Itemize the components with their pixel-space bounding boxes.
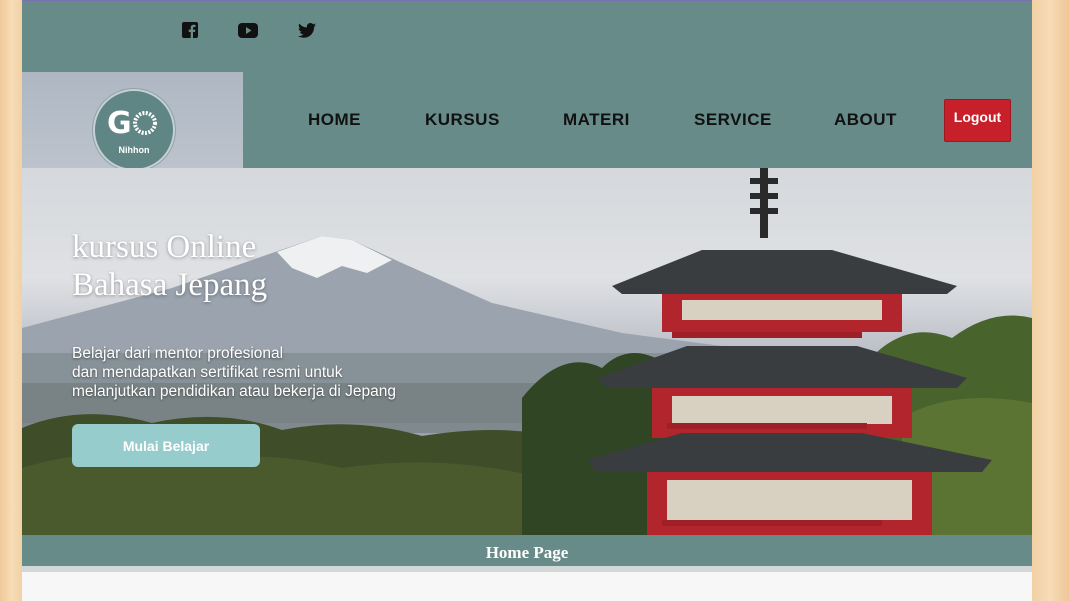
logo-wordmark: G — [107, 106, 132, 141]
logout-button[interactable]: Logout — [944, 99, 1011, 142]
nav-service[interactable]: SERVICE — [694, 110, 772, 130]
logo-ring-icon — [133, 111, 157, 135]
content-area — [22, 572, 1032, 601]
hero-banner: kursus Online Bahasa Jepang Belajar dari… — [22, 168, 1032, 535]
logo-box: G Nihhon — [22, 72, 243, 171]
nav-home[interactable]: HOME — [308, 110, 361, 130]
facebook-icon[interactable] — [179, 21, 201, 39]
site-logo[interactable]: G Nihhon — [93, 89, 175, 171]
page-frame: G Nihhon HOME KURSUS MATERI SERVICE ABOU… — [22, 0, 1032, 601]
nav-kursus[interactable]: KURSUS — [425, 110, 500, 130]
page-title-bar: Home Page — [22, 535, 1032, 566]
hero-desc-line-3: melanjutkan pendidikan atau bekerja di J… — [72, 383, 397, 400]
hero-title-line-2: Bahasa Jepang — [72, 267, 268, 303]
hero-description: Belajar dari mentor profesional dan mend… — [72, 344, 432, 401]
main-navbar: HOME KURSUS MATERI SERVICE ABOUT Logout — [243, 72, 1032, 168]
twitter-icon[interactable] — [296, 21, 318, 39]
nav-materi[interactable]: MATERI — [563, 110, 630, 130]
start-learning-button[interactable]: Mulai Belajar — [72, 424, 260, 467]
logo-subtitle: Nihhon — [118, 145, 150, 155]
nav-about[interactable]: ABOUT — [834, 110, 897, 130]
social-topbar — [22, 1, 1032, 72]
youtube-icon[interactable] — [237, 21, 259, 39]
hero-title: kursus Online Bahasa Jepang — [72, 228, 392, 304]
hero-title-line-1: kursus Online — [72, 229, 257, 265]
hero-desc-line-2: dan mendapatkan sertifikat resmi untuk — [72, 364, 343, 381]
hero-desc-line-1: Belajar dari mentor profesional — [72, 345, 284, 362]
